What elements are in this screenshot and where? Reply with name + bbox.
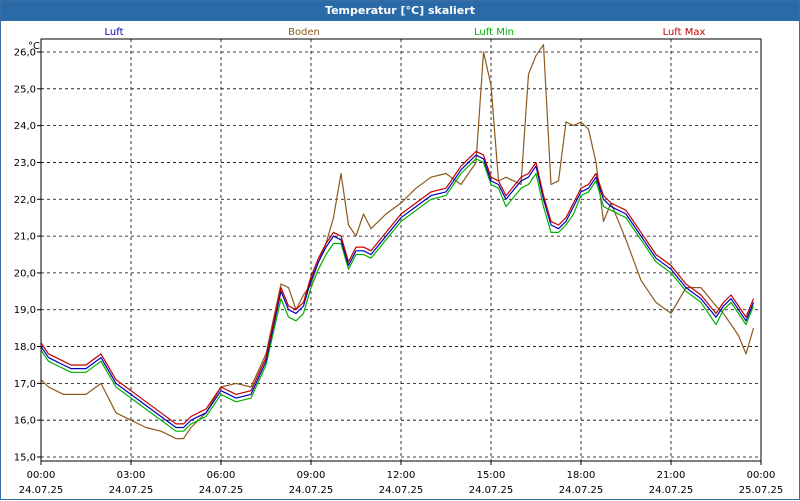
x-tick-time: 21:00	[657, 470, 686, 481]
x-tick-time: 18:00	[567, 470, 596, 481]
x-tick-date: 24.07.25	[379, 485, 424, 496]
legend-entry: Boden	[288, 27, 320, 38]
y-tick-label: 18,0	[14, 342, 36, 353]
x-tick-date: 24.07.25	[469, 485, 514, 496]
x-tick-date: 25.07.25	[739, 485, 784, 496]
x-tick-date: 24.07.25	[199, 485, 244, 496]
y-tick-label: 22,0	[14, 195, 36, 206]
x-tick-time: 12:00	[387, 470, 416, 481]
series-line-luft	[40, 154, 755, 429]
x-tick-time: 00:00	[747, 470, 776, 481]
y-tick-label: 15,0	[14, 453, 36, 464]
x-tick-time: 06:00	[207, 470, 236, 481]
x-tick-date: 24.07.25	[559, 485, 604, 496]
y-tick-label: 24,0	[14, 121, 36, 132]
y-tick-label: 21,0	[14, 232, 36, 243]
x-tick-time: 03:00	[117, 470, 146, 481]
x-tick-date: 24.07.25	[109, 485, 154, 496]
legend-entry: Luft Min	[474, 27, 514, 38]
y-tick-label: 25,0	[14, 84, 36, 95]
x-tick-time: 00:00	[27, 470, 56, 481]
legend-entry: Luft	[105, 27, 124, 38]
y-tick-label: 16,0	[14, 416, 36, 427]
y-tick-label: 19,0	[14, 305, 36, 316]
legend: Luft Boden Luft Min Luft Max	[105, 27, 706, 38]
x-tick-time: 15:00	[477, 470, 506, 481]
axes: °C15,016,017,018,019,020,021,022,023,024…	[14, 41, 784, 496]
x-tick-time: 09:00	[297, 470, 326, 481]
y-tick-label: 20,0	[14, 268, 36, 279]
y-tick-label: 17,0	[14, 379, 36, 390]
series-lines	[40, 43, 755, 440]
x-tick-date: 24.07.25	[289, 485, 334, 496]
x-tick-date: 24.07.25	[19, 485, 64, 496]
legend-entry: Luft Max	[663, 27, 706, 38]
temperature-chart: °C15,016,017,018,019,020,021,022,023,024…	[14, 27, 784, 496]
x-tick-date: 24.07.25	[649, 485, 694, 496]
y-tick-label: 23,0	[14, 158, 36, 169]
chart-window: Temperatur [°C] skaliert °C 15,0 16,0 17,0 1…	[0, 0, 800, 500]
y-tick-label: 26,0	[14, 48, 36, 59]
